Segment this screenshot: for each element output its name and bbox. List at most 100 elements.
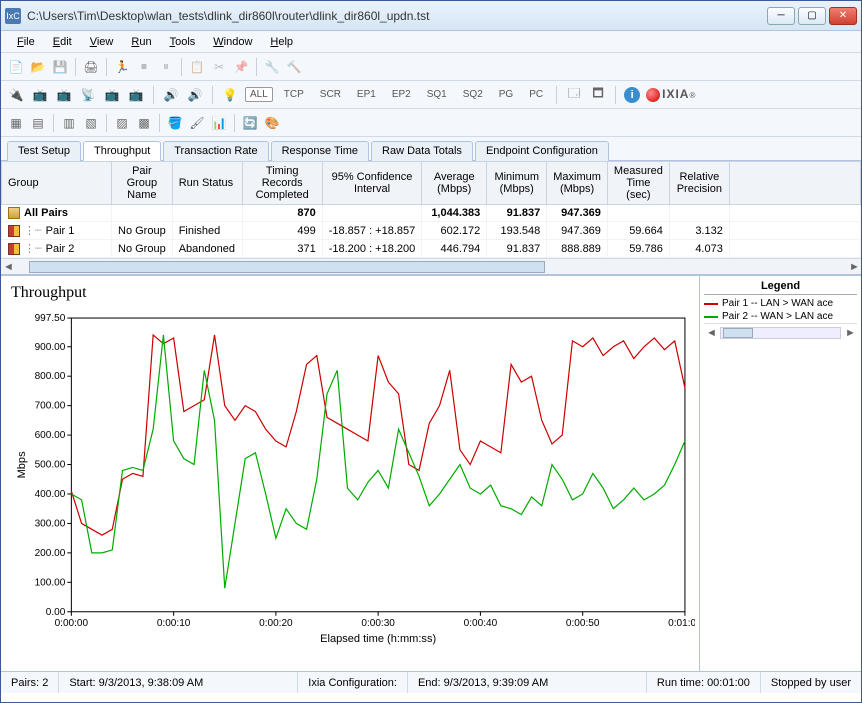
toolbar-layout: ▦ ▤ ▥ ▧ ▨ ▩ 🪣 🖌 📊 🔄 🎨 <box>1 109 861 137</box>
print-icon[interactable]: 🖨 <box>82 58 100 76</box>
menu-file[interactable]: File <box>9 34 43 50</box>
tool-icon[interactable]: 📊 <box>210 114 228 132</box>
table-row[interactable]: ⋮┈ Pair 1No GroupFinished499-18.857 : +1… <box>2 222 861 240</box>
filter-tcp[interactable]: TCP <box>279 86 309 103</box>
status-runtime: Run time: 00:01:00 <box>647 672 761 693</box>
scroll-left-icon[interactable]: ◄ <box>1 261 15 273</box>
close-button[interactable]: ✕ <box>829 7 857 25</box>
menu-help[interactable]: Help <box>262 34 301 50</box>
tool-icon[interactable]: 🔨 <box>285 58 303 76</box>
table-row[interactable]: ⋮┈ Pair 2No GroupAbandoned371-18.200 : +… <box>2 240 861 258</box>
filter-icon[interactable]: 🔌 <box>7 86 25 104</box>
info-icon[interactable]: i <box>624 87 640 103</box>
filter-pc[interactable]: PC <box>524 86 548 103</box>
paste-icon[interactable]: 📌 <box>232 58 250 76</box>
tool-icon[interactable]: 🖌 <box>188 114 206 132</box>
svg-text:800.00: 800.00 <box>35 371 66 382</box>
layout-icon[interactable]: ▤ <box>29 114 47 132</box>
scroll-right-icon[interactable]: ► <box>843 327 857 339</box>
minimize-button[interactable]: ─ <box>767 7 795 25</box>
filter-all-button[interactable]: ALL <box>245 87 273 102</box>
new-icon[interactable]: 📄 <box>7 58 25 76</box>
chart-panel: Throughput 0.00100.00200.00300.00400.005… <box>1 276 699 671</box>
filter-sq2[interactable]: SQ2 <box>458 86 488 103</box>
menu-run[interactable]: Run <box>123 34 159 50</box>
layout-icon[interactable]: ▧ <box>82 114 100 132</box>
col-avg[interactable]: Average (Mbps) <box>422 162 487 205</box>
tab-raw-data-totals[interactable]: Raw Data Totals <box>371 141 473 161</box>
pause-icon[interactable]: ⏸ <box>157 58 175 76</box>
palette-icon[interactable]: 🎨 <box>263 114 281 132</box>
svg-text:Mbps: Mbps <box>16 451 28 478</box>
filter-icon[interactable]: 📺 <box>31 86 49 104</box>
col-timing[interactable]: Timing Records Completed <box>242 162 322 205</box>
menu-tools[interactable]: Tools <box>162 34 204 50</box>
col-ci[interactable]: 95% Confidence Interval <box>322 162 422 205</box>
legend-h-scrollbar[interactable]: ◄ ► <box>704 323 857 339</box>
filter-ep1[interactable]: EP1 <box>352 86 381 103</box>
col-group[interactable]: Group <box>2 162 112 205</box>
bulb-icon[interactable]: 💡 <box>221 86 239 104</box>
filter-ep2[interactable]: EP2 <box>387 86 416 103</box>
col-max[interactable]: Maximum (Mbps) <box>547 162 608 205</box>
legend-swatch <box>704 316 718 318</box>
stop-icon[interactable]: ⏹ <box>135 58 153 76</box>
open-icon[interactable]: 📂 <box>29 58 47 76</box>
view-icon[interactable]: 🗔 <box>565 86 583 104</box>
save-icon[interactable]: 💾 <box>51 58 69 76</box>
tab-response-time[interactable]: Response Time <box>271 141 369 161</box>
copy-icon[interactable]: 📋 <box>188 58 206 76</box>
filter-icon[interactable]: 📺 <box>127 86 145 104</box>
layout-icon[interactable]: ▨ <box>113 114 131 132</box>
tab-test-setup[interactable]: Test Setup <box>7 141 81 161</box>
layout-icon[interactable]: ▥ <box>60 114 78 132</box>
tool-icon[interactable]: 🪣 <box>166 114 184 132</box>
view-icon[interactable]: 🗖 <box>589 86 607 104</box>
filter-icon[interactable]: 🔊 <box>186 86 204 104</box>
tab-endpoint-configuration[interactable]: Endpoint Configuration <box>475 141 609 161</box>
svg-text:Elapsed time (h:mm:ss): Elapsed time (h:mm:ss) <box>320 633 436 645</box>
tool-icon[interactable]: 🔧 <box>263 58 281 76</box>
menu-window[interactable]: Window <box>205 34 260 50</box>
filter-icon[interactable]: 📡 <box>79 86 97 104</box>
status-ixia-config: Ixia Configuration: <box>298 672 408 693</box>
filter-icon[interactable]: 📺 <box>103 86 121 104</box>
filter-icon[interactable]: 🔊 <box>162 86 180 104</box>
filter-sq1[interactable]: SQ1 <box>422 86 452 103</box>
book-icon <box>8 225 20 237</box>
menu-view[interactable]: View <box>82 34 122 50</box>
tool-icon[interactable]: 🔄 <box>241 114 259 132</box>
legend-item[interactable]: Pair 1 -- LAN > WAN ace <box>704 297 857 310</box>
col-pair-group[interactable]: Pair Group Name <box>112 162 173 205</box>
col-run-status[interactable]: Run Status <box>172 162 242 205</box>
grid-h-scrollbar[interactable]: ◄ ► <box>1 258 861 274</box>
svg-text:600.00: 600.00 <box>35 430 66 441</box>
cut-icon[interactable]: ✂ <box>210 58 228 76</box>
filter-scr[interactable]: SCR <box>315 86 346 103</box>
layout-icon[interactable]: ▩ <box>135 114 153 132</box>
svg-text:0:00:50: 0:00:50 <box>566 618 600 629</box>
menu-edit[interactable]: Edit <box>45 34 80 50</box>
svg-text:0:00:30: 0:00:30 <box>361 618 395 629</box>
throughput-chart: 0.00100.00200.00300.00400.00500.00600.00… <box>11 306 695 656</box>
status-end: End: 9/3/2013, 9:39:09 AM <box>408 672 647 693</box>
legend-label: Pair 2 -- WAN > LAN ace <box>722 311 833 322</box>
scroll-right-icon[interactable]: ► <box>847 261 861 273</box>
table-row[interactable]: All Pairs8701,044.38391.837947.369 <box>2 205 861 222</box>
scroll-left-icon[interactable]: ◄ <box>704 327 718 339</box>
filter-icon[interactable]: 📺 <box>55 86 73 104</box>
col-measured[interactable]: Measured Time (sec) <box>607 162 669 205</box>
col-precision[interactable]: Relative Precision <box>669 162 729 205</box>
layout-icon[interactable]: ▦ <box>7 114 25 132</box>
tab-transaction-rate[interactable]: Transaction Rate <box>163 141 268 161</box>
status-bar: Pairs: 2 Start: 9/3/2013, 9:38:09 AM Ixi… <box>1 671 861 693</box>
maximize-button[interactable]: ▢ <box>798 7 826 25</box>
col-min[interactable]: Minimum (Mbps) <box>487 162 547 205</box>
legend-item[interactable]: Pair 2 -- WAN > LAN ace <box>704 310 857 323</box>
run-icon[interactable]: 🏃 <box>113 58 131 76</box>
filter-pg[interactable]: PG <box>494 86 518 103</box>
ixia-logo: IXIA® <box>646 87 695 102</box>
svg-text:400.00: 400.00 <box>35 489 66 500</box>
svg-text:997.50: 997.50 <box>35 313 66 324</box>
tab-throughput[interactable]: Throughput <box>83 141 161 161</box>
